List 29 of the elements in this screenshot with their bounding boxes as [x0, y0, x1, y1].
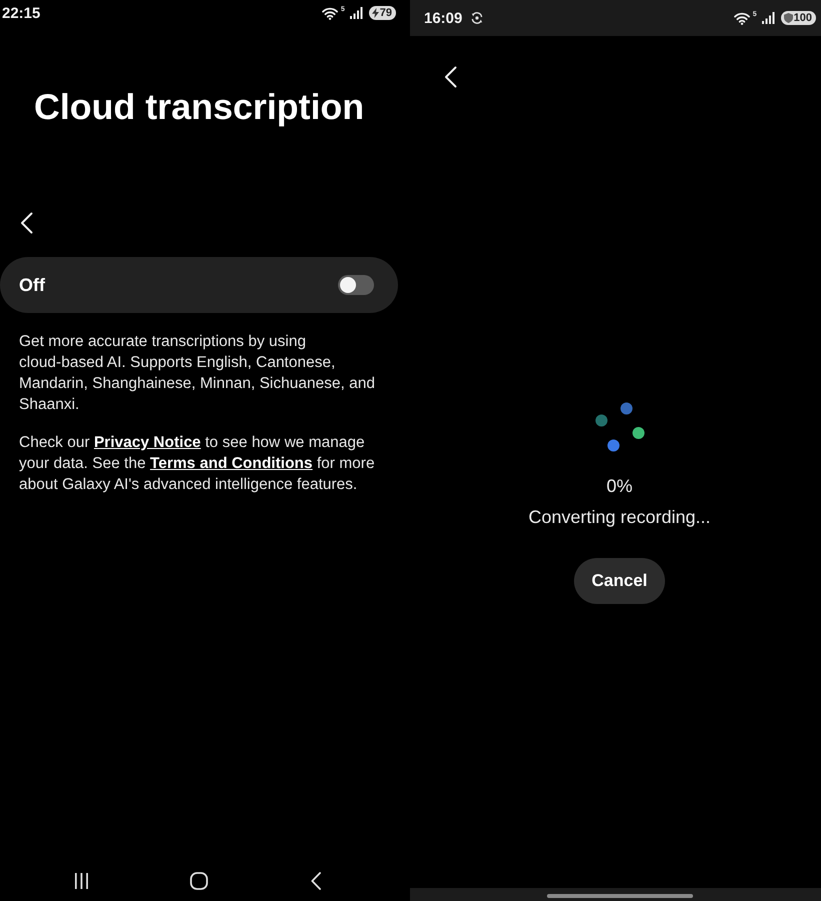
progress-percent: 0%: [606, 475, 632, 497]
status-time: 16:09: [424, 10, 462, 26]
sync-icon: [471, 12, 484, 24]
toggle-switch[interactable]: [338, 275, 374, 295]
body-text: Check our Privacy Notice to see how we manage your data. See the Terms and Conditions for more about Galaxy AI's advanced intelligence features.: [19, 433, 376, 495]
status-message: Converting recording...: [528, 506, 711, 528]
body-text: Get more accurate transcriptions by using cloud-based AI. Supports English, Cantonese, Mandarin, Shanghainese, Minnan, Sichuanese, and Shaanxi.: [19, 332, 376, 415]
back-icon[interactable]: [444, 66, 457, 88]
status-time: 22:15: [2, 4, 40, 22]
text-link[interactable]: Terms and Conditions: [150, 455, 313, 472]
gesture-handle[interactable]: [547, 894, 693, 898]
toggle-label: Off: [19, 274, 45, 296]
wifi-icon: [322, 6, 338, 20]
loading-spinner-icon: [594, 402, 644, 452]
page-title: Cloud transcription: [33, 86, 366, 128]
recents-icon[interactable]: [74, 873, 89, 889]
signal-icon: [762, 12, 775, 24]
battery-level: 79: [380, 6, 392, 20]
home-icon[interactable]: [190, 872, 208, 890]
lightning-bolt-icon: [372, 8, 379, 18]
signal-icon: [350, 7, 363, 19]
wifi-icon: [734, 12, 750, 24]
cancel-button[interactable]: Cancel: [574, 558, 666, 604]
toggle-row[interactable]: Off: [0, 257, 398, 313]
shield-icon: [784, 13, 793, 23]
back-icon[interactable]: [310, 872, 320, 890]
text-link[interactable]: Privacy Notice: [94, 434, 201, 451]
battery-level: 100: [794, 11, 812, 25]
back-icon[interactable]: [20, 212, 33, 234]
